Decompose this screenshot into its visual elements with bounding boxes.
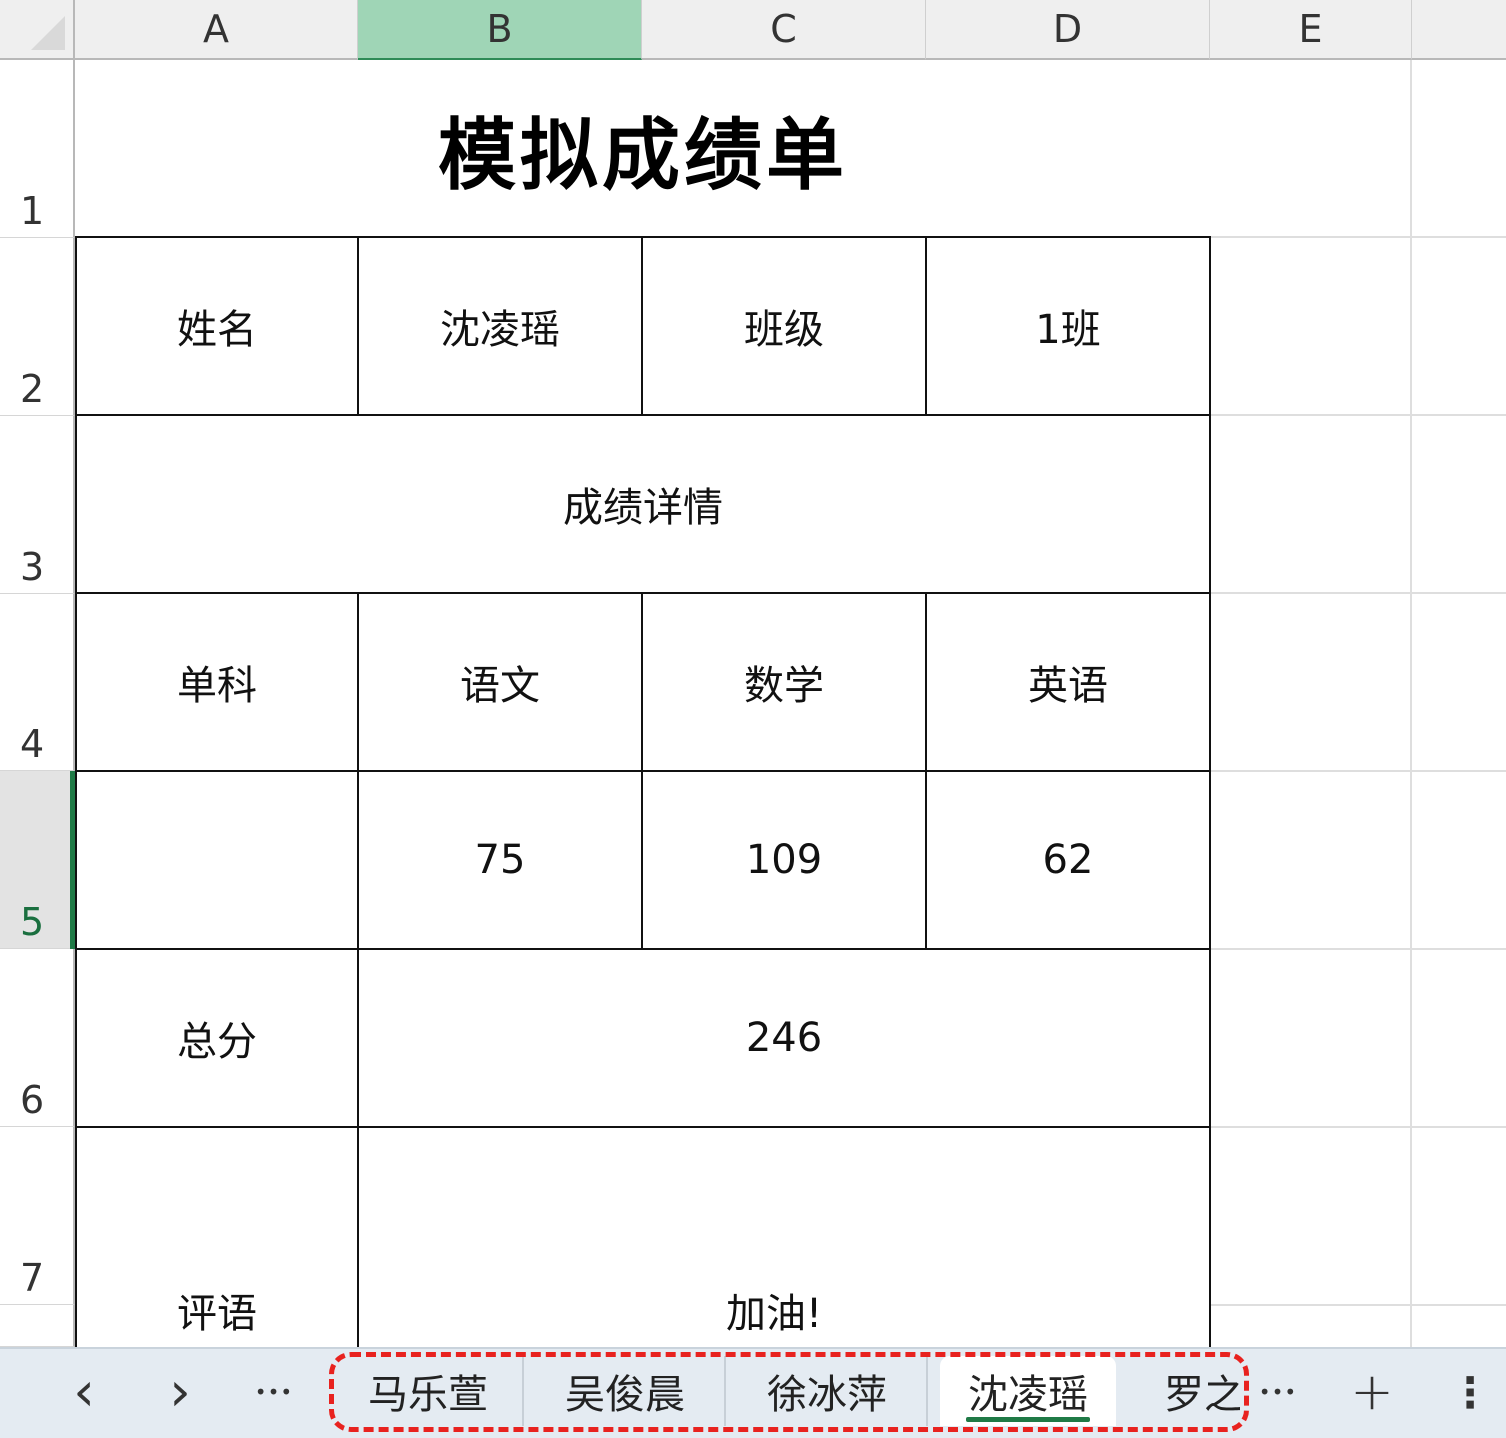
- prev-sheet-button[interactable]: ‹: [54, 1360, 114, 1424]
- plus-icon: +: [1350, 1362, 1394, 1422]
- gridline: [1211, 592, 1506, 594]
- total-value-cell[interactable]: 246: [359, 950, 1209, 1126]
- score-math-cell[interactable]: 109: [643, 772, 925, 948]
- column-header-b[interactable]: B: [358, 0, 642, 60]
- subject-chinese-cell[interactable]: 语文: [359, 594, 641, 770]
- more-sheets-right-button[interactable]: •••: [1248, 1360, 1308, 1424]
- ellipsis-icon: •••: [254, 1380, 294, 1404]
- chevron-right-icon: ›: [169, 1360, 191, 1423]
- gridline: [1211, 1126, 1506, 1128]
- total-label-cell[interactable]: 总分: [77, 950, 357, 1126]
- gridline: [1211, 770, 1506, 772]
- subject-english-cell[interactable]: 英语: [927, 594, 1209, 770]
- sheet-title-cell[interactable]: 模拟成绩单: [75, 60, 1211, 238]
- class-value-cell[interactable]: 1班: [927, 238, 1209, 414]
- empty-cell-a5[interactable]: [77, 772, 357, 948]
- comment-value-cell[interactable]: 加油!: [359, 1128, 1189, 1347]
- row-header-3[interactable]: 3: [0, 416, 75, 594]
- subject-label-cell[interactable]: 单科: [77, 594, 357, 770]
- row-header-2[interactable]: 2: [0, 238, 75, 416]
- gridline: [1211, 948, 1506, 950]
- tabs-highlight-annotation: [329, 1352, 1249, 1432]
- gridline: [1410, 60, 1412, 1347]
- row-header-6[interactable]: 6: [0, 949, 75, 1127]
- column-header-f[interactable]: [1412, 0, 1506, 60]
- score-english-cell[interactable]: 62: [927, 772, 1209, 948]
- column-header-c[interactable]: C: [642, 0, 926, 60]
- name-value-cell[interactable]: 沈凌瑶: [359, 238, 641, 414]
- row-header-8[interactable]: [0, 1305, 75, 1347]
- gridline: [1211, 1304, 1506, 1306]
- column-header-a[interactable]: A: [75, 0, 358, 60]
- vertical-ellipsis-icon: ⋮: [1449, 1367, 1491, 1417]
- chevron-left-icon: ‹: [73, 1360, 95, 1423]
- sheet-menu-button[interactable]: ⋮: [1440, 1360, 1500, 1424]
- details-header-cell[interactable]: 成绩详情: [77, 416, 1209, 592]
- row-header-4[interactable]: 4: [0, 594, 75, 771]
- row-header-7[interactable]: 7: [0, 1127, 75, 1305]
- column-header-e[interactable]: E: [1210, 0, 1412, 60]
- name-label-cell[interactable]: 姓名: [77, 238, 357, 414]
- gridline: [1211, 236, 1506, 238]
- next-sheet-button[interactable]: ›: [150, 1360, 210, 1424]
- row-header-1[interactable]: 1: [0, 60, 75, 238]
- gridline: [1211, 414, 1506, 416]
- row-header-5[interactable]: 5: [0, 771, 75, 949]
- class-label-cell[interactable]: 班级: [643, 238, 925, 414]
- select-all-corner[interactable]: [0, 0, 75, 60]
- score-chinese-cell[interactable]: 75: [359, 772, 641, 948]
- comment-label-cell[interactable]: 评语: [77, 1128, 357, 1347]
- more-sheets-left-button[interactable]: •••: [244, 1360, 304, 1424]
- subject-math-cell[interactable]: 数学: [643, 594, 925, 770]
- column-header-d[interactable]: D: [926, 0, 1210, 60]
- ellipsis-icon: •••: [1258, 1380, 1298, 1404]
- add-sheet-button[interactable]: +: [1342, 1360, 1402, 1424]
